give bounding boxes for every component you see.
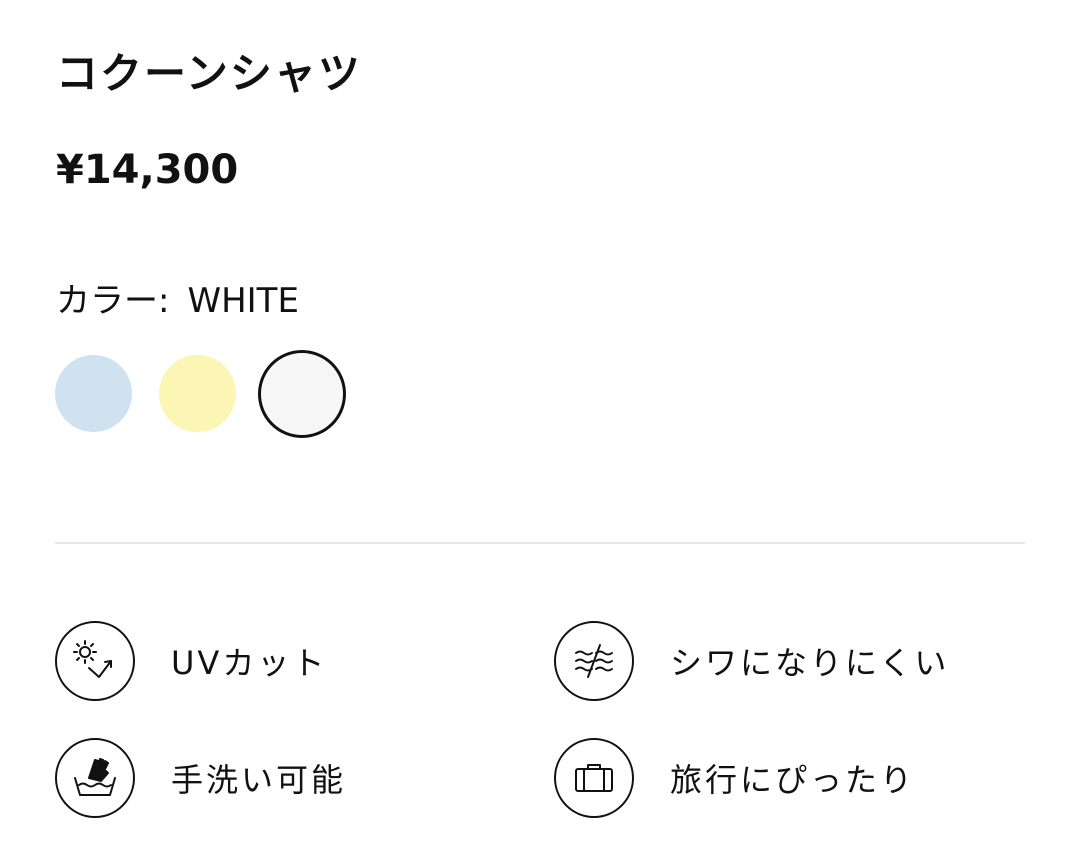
color-selector-label: カラー: WHITE [56,276,299,326]
feature-hand-wash: 手洗い可能 [55,736,346,820]
feature-label: 旅行にぴったり [670,761,916,799]
feature-uv-cut: UVカット [55,619,327,703]
color-swatch-light-blue[interactable] [55,355,132,432]
hand-wash-icon [55,738,135,818]
wrinkle-resistant-icon [554,621,634,701]
color-swatch-light-yellow[interactable] [159,355,236,432]
suitcase-icon [554,738,634,818]
product-price: ¥14,300 [56,147,239,193]
selected-color-name: WHITE [187,281,299,321]
feature-label: シワになりにくい [670,644,950,682]
feature-label: UVカット [171,644,328,682]
product-title: コクーンシャツ [56,49,362,98]
section-divider [55,542,1025,544]
feature-label: 手洗い可能 [171,761,347,799]
feature-wrinkle-resistant: シワになりにくい [554,619,949,703]
color-swatch-white[interactable] [258,350,346,438]
feature-travel-friendly: 旅行にぴったり [554,736,915,820]
uv-cut-icon [55,621,135,701]
color-label: カラー: [56,281,170,321]
